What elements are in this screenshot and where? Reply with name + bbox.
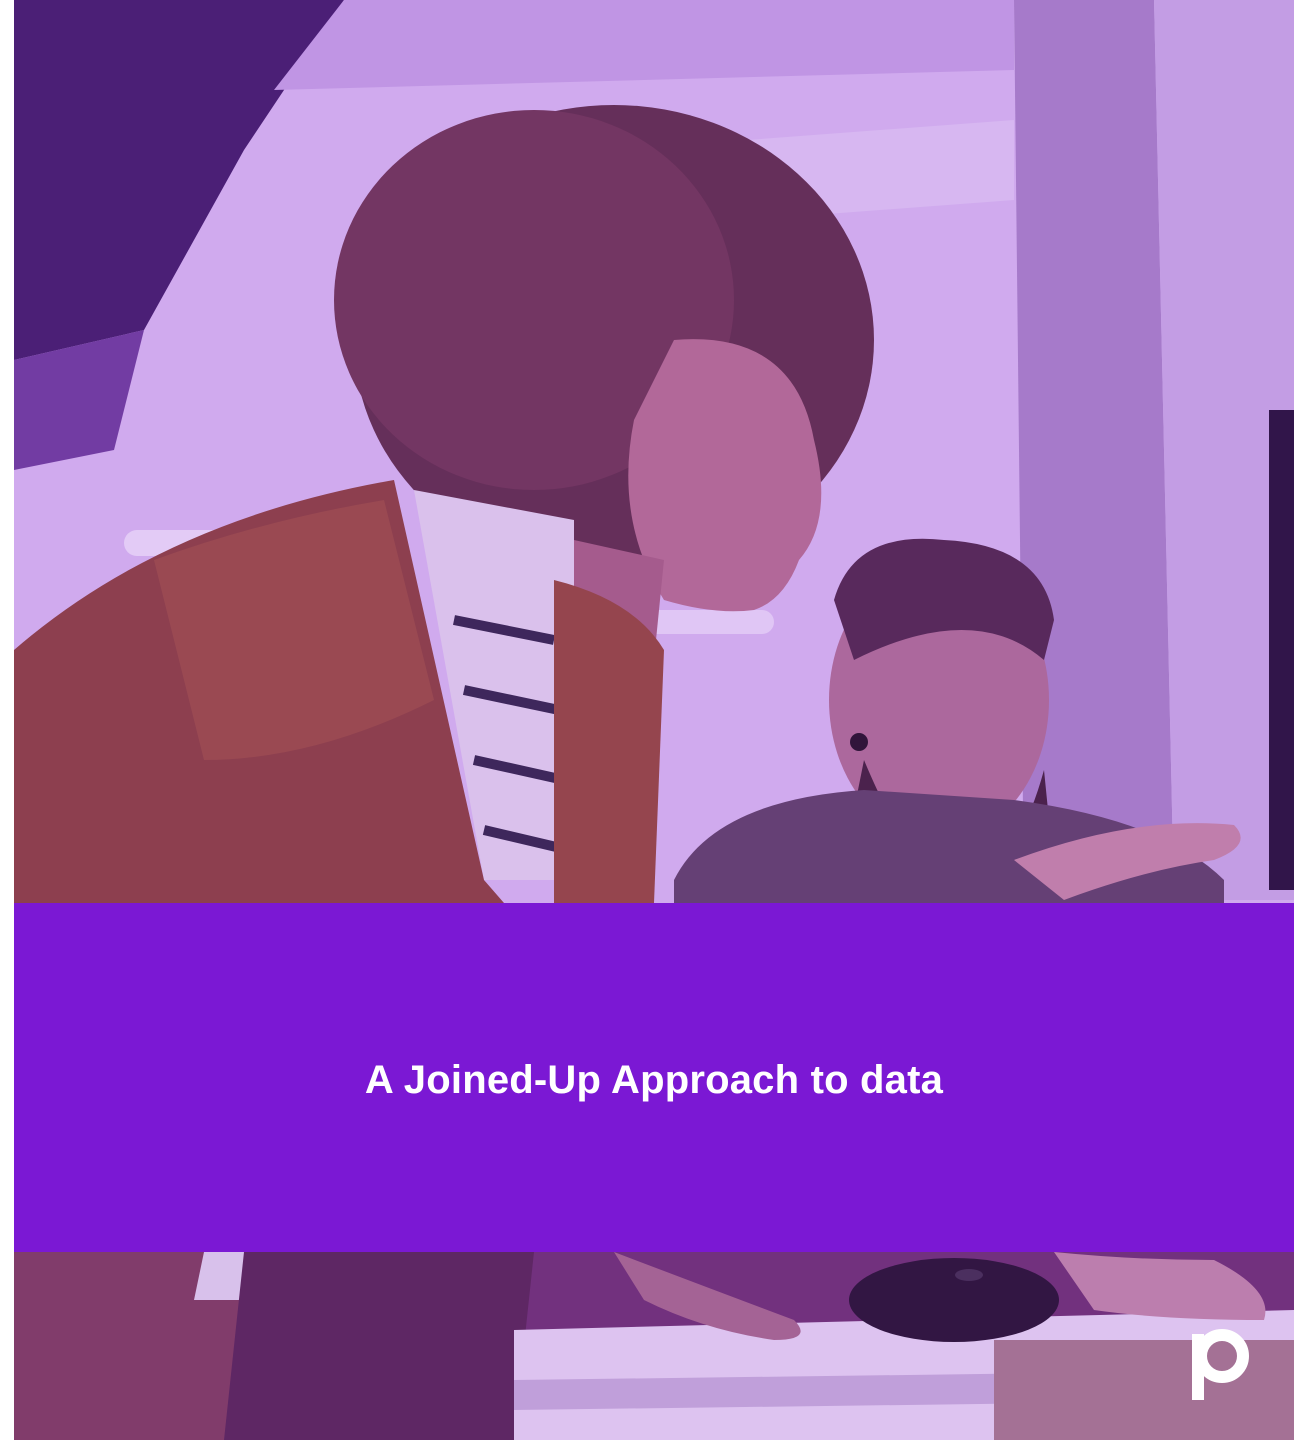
p-logo-glyph xyxy=(1192,1329,1249,1400)
page-title: A Joined-Up Approach to data xyxy=(364,1058,944,1102)
p-logo-icon xyxy=(1188,1326,1252,1402)
cover-page: A Joined-Up Approach to data xyxy=(0,0,1294,1440)
title-band: A Joined-Up Approach to data xyxy=(14,903,1294,1252)
left-margin-strip xyxy=(0,0,14,1440)
